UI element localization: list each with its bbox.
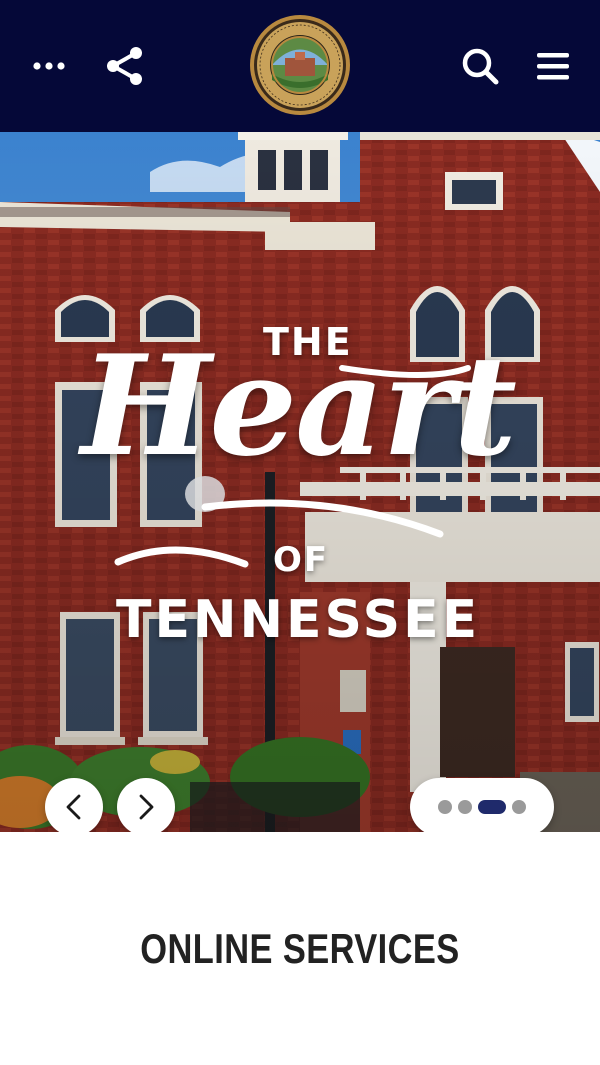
slider-prev-button[interactable] <box>45 778 103 832</box>
slider-dot-3[interactable] <box>478 800 506 814</box>
slider-dot-2[interactable] <box>458 800 472 814</box>
more-options-button[interactable] <box>28 46 70 86</box>
online-services-heading: ONLINE SERVICES <box>140 925 460 972</box>
share-button[interactable] <box>100 42 148 90</box>
courthouse-photo <box>0 132 600 832</box>
slider-pagination <box>410 778 554 832</box>
site-header <box>0 0 600 132</box>
county-seal-icon[interactable] <box>249 14 351 116</box>
chevron-left-icon <box>66 794 81 820</box>
hamburger-menu-icon <box>537 53 569 80</box>
slider-next-button[interactable] <box>117 778 175 832</box>
more-horizontal-icon <box>33 62 65 70</box>
hero-slider: THE Heart OF TENNESSEE <box>0 132 600 832</box>
search-icon <box>462 48 499 85</box>
menu-button[interactable] <box>530 44 576 88</box>
chevron-right-icon <box>139 794 154 820</box>
share-icon <box>107 47 142 85</box>
slider-dot-4[interactable] <box>512 800 526 814</box>
search-button[interactable] <box>456 42 504 90</box>
slider-dot-1[interactable] <box>438 800 452 814</box>
